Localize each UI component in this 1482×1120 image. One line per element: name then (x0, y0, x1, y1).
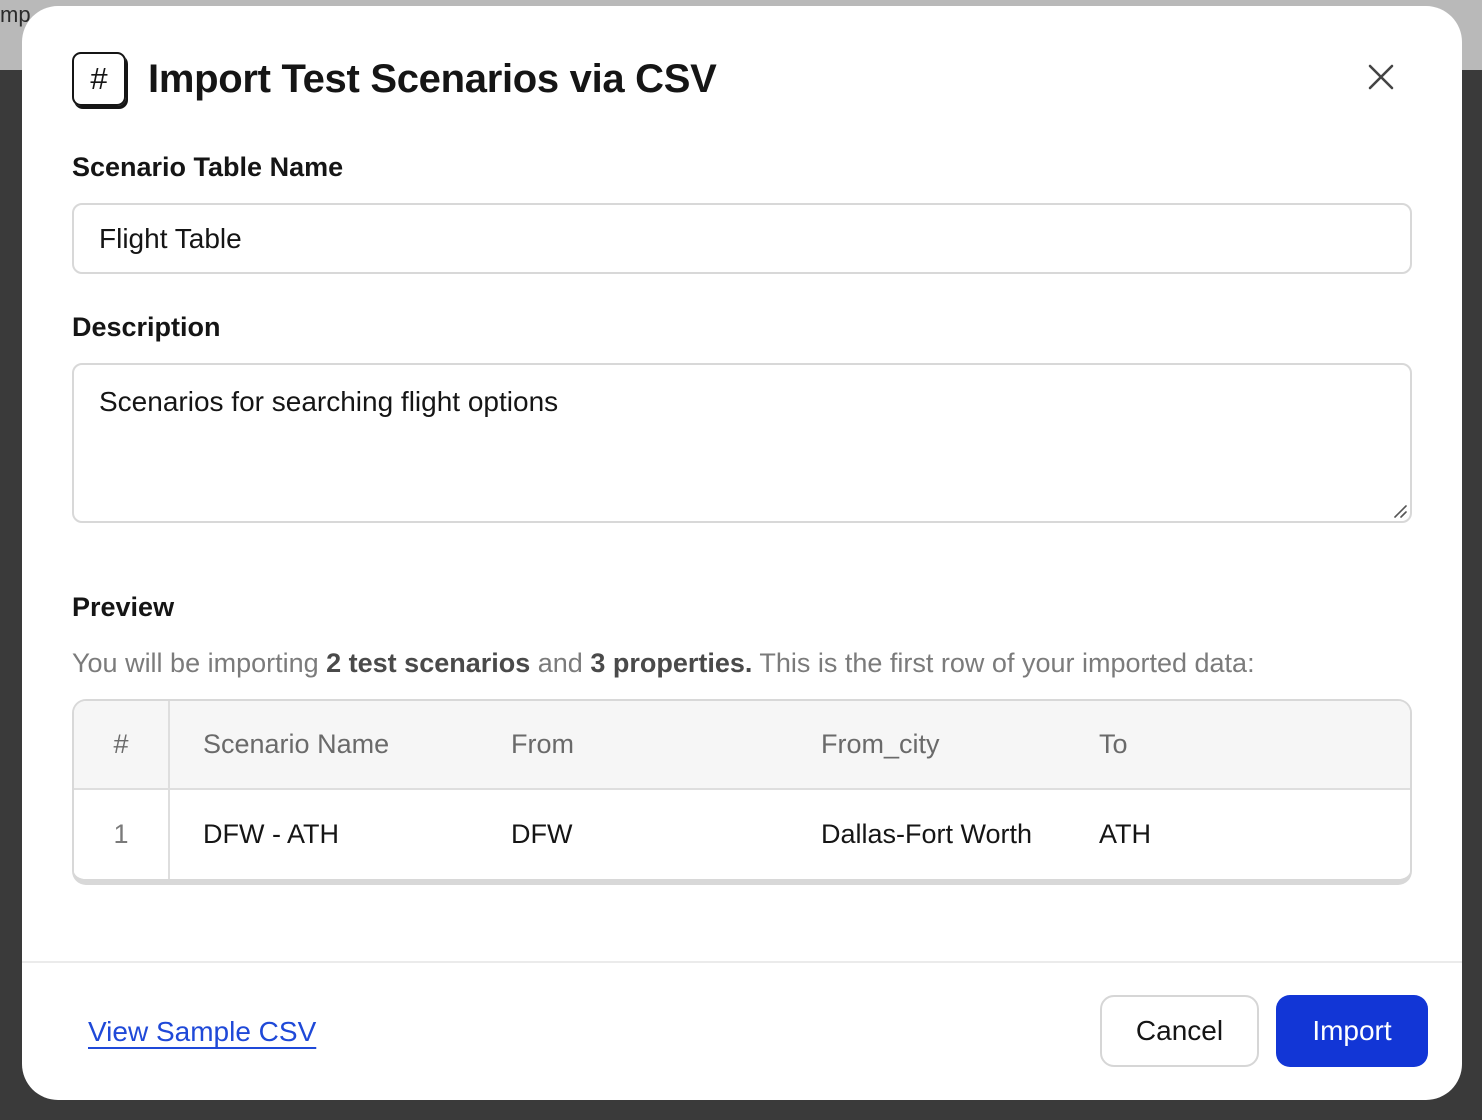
column-header-scenario-name: Scenario Name (203, 729, 390, 759)
column-header-to: To (1099, 729, 1128, 759)
table-cell-number: 1 (74, 790, 170, 879)
preview-text-middle: and (530, 648, 591, 678)
close-icon (1368, 64, 1394, 90)
cancel-button[interactable]: Cancel (1100, 995, 1259, 1067)
import-dialog: # Import Test Scenarios via CSV Scenario… (22, 6, 1462, 1100)
close-button[interactable] (1360, 56, 1402, 98)
table-cell-from: DFW (511, 819, 573, 849)
footer-divider (22, 961, 1462, 963)
table-row: 1 DFW - ATH DFW Dallas-Fort Worth ATH (74, 790, 1410, 879)
preview-text-before: You will be importing (72, 648, 327, 678)
table-name-label: Scenario Table Name (72, 152, 344, 182)
hash-icon: # (72, 52, 126, 106)
dialog-header: # Import Test Scenarios via CSV (72, 52, 717, 106)
table-cell-from-city: Dallas-Fort Worth (821, 819, 1033, 849)
properties-count: 3 properties. (590, 648, 753, 678)
column-header-number: # (74, 701, 170, 788)
description-label: Description (72, 312, 221, 342)
preview-table: # Scenario Name From From_city To 1 DFW … (72, 699, 1412, 885)
resize-handle-icon[interactable] (1392, 503, 1408, 519)
preview-description: You will be importing 2 test scenarios a… (72, 648, 1255, 679)
scenarios-count: 2 test scenarios (326, 648, 531, 678)
preview-text-after: This is the first row of your imported d… (752, 648, 1255, 678)
table-name-input[interactable] (72, 203, 1412, 274)
table-header-row: # Scenario Name From From_city To (74, 701, 1410, 790)
table-cell-scenario-name: DFW - ATH (203, 819, 339, 849)
import-button[interactable]: Import (1276, 995, 1428, 1067)
description-textarea[interactable]: Scenarios for searching flight options (72, 363, 1412, 523)
preview-label: Preview (72, 592, 175, 622)
dialog-title: Import Test Scenarios via CSV (148, 56, 717, 101)
table-cell-to: ATH (1099, 819, 1151, 849)
column-header-from-city: From_city (821, 729, 940, 759)
view-sample-csv-link[interactable]: View Sample CSV (88, 1016, 316, 1048)
column-header-from: From (511, 729, 574, 759)
